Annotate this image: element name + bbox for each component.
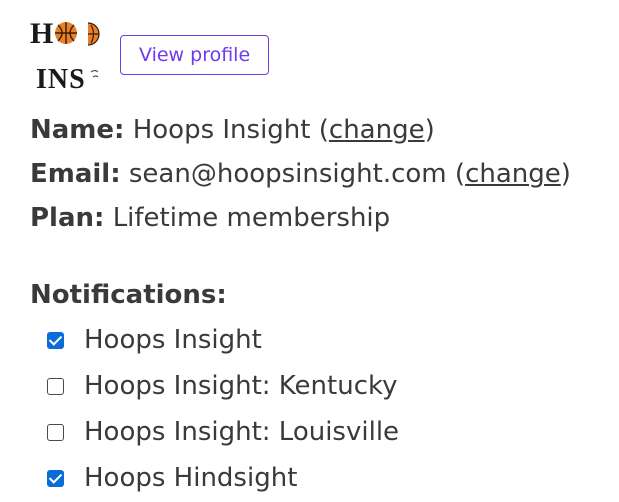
open-paren: ( xyxy=(318,115,329,145)
notification-item: Hoops Insight: Louisville xyxy=(47,409,399,455)
email-value: sean@hoopsinsight.com xyxy=(128,159,447,189)
notification-label: Hoops Hindsight xyxy=(84,463,298,493)
notification-label: Hoops Insight: Louisville xyxy=(84,417,400,447)
notification-checkbox[interactable] xyxy=(47,331,64,349)
view-profile-button[interactable]: View profile xyxy=(120,35,270,75)
close-paren: ) xyxy=(560,159,571,189)
notification-label: Hoops Insight xyxy=(84,325,262,355)
logo-letters-ins: INS xyxy=(36,64,86,92)
notification-label: Hoops Insight: Kentucky xyxy=(84,371,398,401)
close-paren: ) xyxy=(424,115,435,145)
notification-item: Hoops Hindsight xyxy=(47,455,399,501)
hoops-insight-logo: H INS xyxy=(30,16,104,92)
name-row: Name: Hoops Insight (change) xyxy=(30,108,571,152)
basketball-icon xyxy=(87,22,100,46)
notification-item: Hoops Insight: Kentucky xyxy=(47,363,399,409)
change-email-link[interactable]: change xyxy=(465,159,561,189)
notification-checkbox[interactable] xyxy=(47,423,64,441)
name-label: Name: xyxy=(30,115,125,145)
basketball-icon xyxy=(55,22,77,44)
notifications-list: Hoops Insight Hoops Insight: Kentucky Ho… xyxy=(47,317,399,501)
open-paren: ( xyxy=(454,159,466,189)
change-name-link[interactable]: change xyxy=(329,115,425,145)
logo-graphic: H INS xyxy=(30,17,100,92)
swoosh-decoration xyxy=(90,69,99,78)
plan-row: Plan: Lifetime membership xyxy=(30,196,571,240)
name-value: Hoops Insight xyxy=(132,115,311,145)
header: H INS View profile xyxy=(30,16,270,92)
plan-label: Plan: xyxy=(30,203,105,233)
email-row: Email: sean@hoopsinsight.com (change) xyxy=(30,152,571,196)
notification-item: Hoops Insight xyxy=(47,317,399,363)
email-label: Email: xyxy=(30,159,121,189)
notification-checkbox[interactable] xyxy=(47,377,64,395)
plan-value: Lifetime membership xyxy=(112,203,391,233)
notification-checkbox[interactable] xyxy=(47,469,64,487)
logo-letter-h: H xyxy=(30,17,53,50)
account-info: Name: Hoops Insight (change) Email: sean… xyxy=(30,108,571,240)
notifications-heading: Notifications: xyxy=(30,280,227,310)
